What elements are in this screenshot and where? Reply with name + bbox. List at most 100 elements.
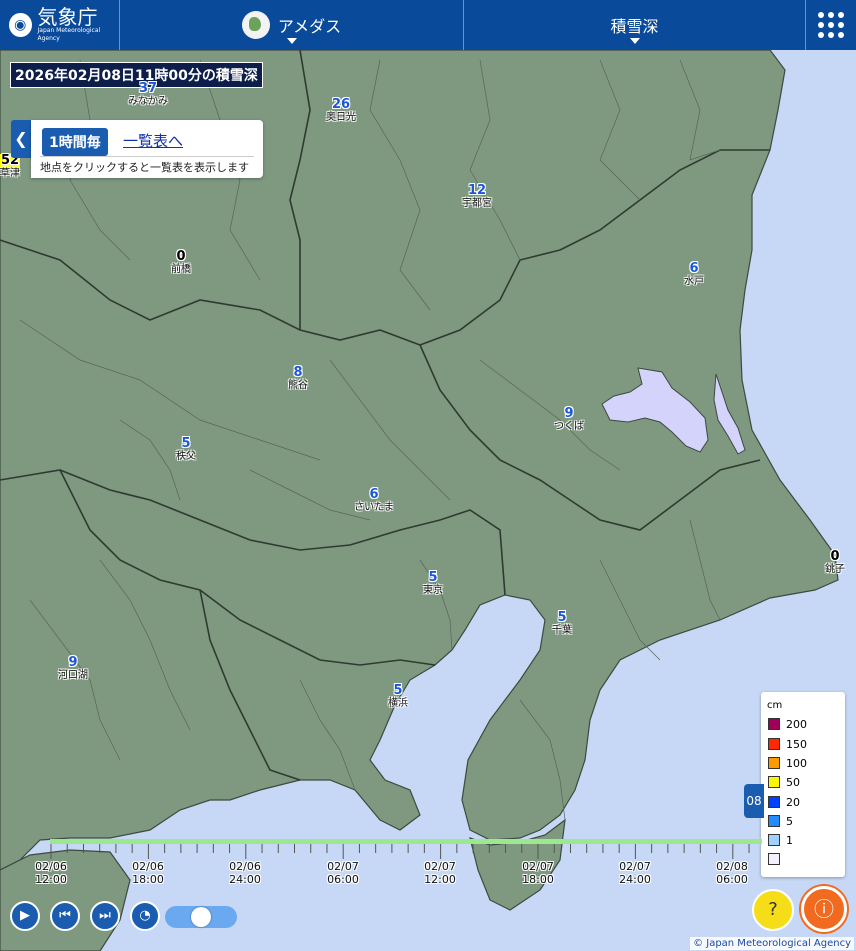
- legend-row: [768, 852, 786, 866]
- legend-label: 1: [786, 833, 793, 847]
- station-name: 千葉: [552, 625, 572, 636]
- snow-depth-legend: cm 200 150 100 50 20 5 1: [761, 692, 845, 877]
- station-value: 5: [557, 610, 567, 625]
- legend-label: 150: [786, 737, 807, 751]
- legend-swatch: [768, 757, 780, 769]
- opacity-slider[interactable]: [165, 906, 237, 928]
- apps-menu-button[interactable]: [806, 0, 856, 50]
- speed-button[interactable]: ◔: [130, 901, 160, 931]
- station-utsunomiya[interactable]: 12 宇都宮: [462, 184, 492, 210]
- station-value: 9: [68, 655, 78, 670]
- jma-emblem-icon: ◉: [9, 13, 32, 37]
- legend-swatch: [768, 796, 780, 808]
- grid-dot-icon: [828, 32, 834, 38]
- timeline-label: 02/08 06:00: [716, 860, 748, 886]
- help-person-icon: ?: [768, 899, 778, 920]
- current-time-marker[interactable]: 08: [744, 784, 764, 818]
- step-back-button[interactable]: ⏮: [50, 901, 80, 931]
- station-mito[interactable]: 6 水戸: [684, 262, 704, 288]
- legend-row: 20: [768, 795, 800, 809]
- grid-dot-icon: [838, 12, 844, 18]
- legend-row: 50: [768, 775, 800, 789]
- legend-row: 1: [768, 833, 793, 847]
- station-value: 9: [564, 406, 574, 421]
- station-chichibu[interactable]: 5 秩父: [176, 437, 196, 463]
- help-button[interactable]: ?: [752, 889, 794, 931]
- station-minakami[interactable]: 37 みなかみ: [128, 82, 168, 108]
- station-choshi[interactable]: 0 銚子: [825, 550, 845, 576]
- station-maebashi[interactable]: 0 前橋: [171, 250, 191, 276]
- station-name: 銚子: [825, 564, 845, 575]
- collapse-panel-button[interactable]: ❮: [11, 120, 31, 158]
- jma-logo[interactable]: ◉ 気象庁 Japan Meteorological Agency: [0, 0, 120, 50]
- station-value: 26: [331, 97, 351, 112]
- station-okunikko[interactable]: 26 奥日光: [326, 98, 356, 124]
- header-bar: ◉ 気象庁 Japan Meteorological Agency アメダス 積…: [0, 0, 856, 50]
- amedas-menu-button[interactable]: アメダス: [120, 0, 464, 50]
- station-value: 6: [689, 261, 699, 276]
- play-icon: ▶: [20, 908, 30, 923]
- station-name: 熊谷: [288, 380, 308, 391]
- station-name: 東京: [423, 585, 443, 596]
- station-value: 8: [293, 365, 303, 380]
- step-forward-button[interactable]: ⏭: [90, 901, 120, 931]
- chevron-down-icon: [629, 38, 640, 44]
- timeline-label: 02/06 12:00: [35, 860, 67, 886]
- legend-label: 5: [786, 814, 793, 828]
- timeline-label: 02/06 24:00: [229, 860, 261, 886]
- station-name: さいたま: [354, 502, 394, 513]
- station-name: みなかみ: [128, 96, 168, 107]
- grid-dot-icon: [818, 32, 824, 38]
- info-book-button[interactable]: ⓘ: [801, 886, 847, 932]
- station-name: 前橋: [171, 264, 191, 275]
- station-tsukuba[interactable]: 9 つくば: [554, 407, 584, 433]
- play-button[interactable]: ▶: [10, 901, 40, 931]
- station-name: 河口湖: [58, 670, 88, 681]
- station-value: 37: [138, 81, 158, 96]
- grid-dot-icon: [818, 22, 824, 28]
- timeline-progress: [50, 839, 762, 844]
- timeline-label: 02/06 18:00: [132, 860, 164, 886]
- grid-dot-icon: [838, 32, 844, 38]
- station-kumagaya[interactable]: 8 熊谷: [288, 366, 308, 392]
- legend-swatch: [768, 776, 780, 788]
- station-name: 水戸: [684, 276, 704, 287]
- legend-swatch: [768, 834, 780, 846]
- chevron-down-icon: [286, 38, 297, 44]
- list-view-link[interactable]: 一覧表へ: [123, 130, 183, 151]
- element-label: 積雪深: [610, 17, 659, 36]
- chevron-left-icon: ❮: [14, 129, 28, 148]
- station-name: 宇都宮: [462, 198, 492, 209]
- station-chiba[interactable]: 5 千葉: [552, 611, 572, 637]
- timeline-label: 02/07 24:00: [619, 860, 651, 886]
- station-value: 6: [369, 487, 379, 502]
- legend-swatch: [768, 718, 780, 730]
- legend-label: 20: [786, 795, 800, 809]
- interval-mode-button[interactable]: 1時間毎: [42, 128, 108, 156]
- station-name: 奥日光: [326, 112, 356, 123]
- element-menu-button[interactable]: 積雪深: [464, 0, 806, 50]
- station-tokyo[interactable]: 5 東京: [423, 571, 443, 597]
- timeline-label: 02/07 12:00: [424, 860, 456, 886]
- timeline-label: 02/07 06:00: [327, 860, 359, 886]
- panel-hint: 地点をクリックすると一覧表を表示します: [40, 161, 249, 174]
- logo-en: Japan Meteorological Agency: [37, 27, 101, 42]
- timeline-ticks: [50, 844, 750, 859]
- panel-divider: [40, 156, 254, 157]
- station-value: 12: [467, 183, 487, 198]
- legend-swatch: [768, 815, 780, 827]
- station-saitama[interactable]: 6 さいたま: [354, 488, 394, 514]
- book-info-icon: ⓘ: [814, 897, 834, 921]
- legend-swatch: [768, 738, 780, 750]
- station-kawaguchiko[interactable]: 9 河口湖: [58, 656, 88, 682]
- grid-dot-icon: [818, 12, 824, 18]
- legend-row: 5: [768, 814, 793, 828]
- amedas-map-icon: [241, 11, 270, 39]
- legend-unit: cm: [767, 700, 783, 711]
- copyright: © Japan Meteorological Agency: [690, 937, 854, 950]
- skip-back-icon: ⏮: [59, 908, 71, 923]
- grid-dot-icon: [838, 22, 844, 28]
- legend-row: 200: [768, 717, 807, 731]
- slider-knob[interactable]: [191, 907, 211, 927]
- station-yokohama[interactable]: 5 横浜: [388, 684, 408, 710]
